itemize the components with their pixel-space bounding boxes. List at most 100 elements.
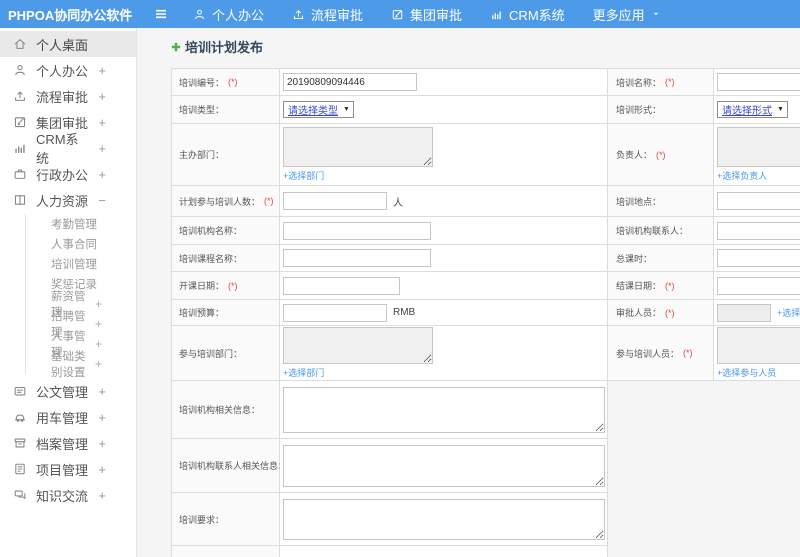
sidebar-item[interactable]: 流程审批 + <box>0 83 136 109</box>
sidebar-item[interactable]: 人力资源 − <box>0 187 136 213</box>
expand-icon[interactable]: + <box>98 384 106 399</box>
sidebar-item-label: 用车管理 <box>36 410 89 426</box>
field-label-text: 培训类型： <box>179 105 225 115</box>
select-dropdown[interactable]: 请选择类型 ▼ <box>283 101 354 118</box>
text-input[interactable] <box>283 221 431 240</box>
expand-icon[interactable]: + <box>98 410 106 425</box>
field-label: 参与培训人员： (*) <box>608 326 714 381</box>
nav-item[interactable]: CRM系统 <box>490 5 565 24</box>
textarea-field[interactable] <box>717 127 800 167</box>
sidebar-subitem[interactable]: 培训管理 <box>26 254 136 274</box>
nav-item[interactable]: 更多应用 <box>593 5 661 24</box>
field-label: 培训地点： <box>608 186 714 217</box>
field-label-text: 参与培训部门： <box>179 348 243 359</box>
textarea-field[interactable] <box>283 327 433 364</box>
field-label-text: 培训机构联系人： <box>616 226 689 236</box>
picker-link[interactable]: +选择参与人员 <box>717 366 776 379</box>
field-label: 审批人员： (*) <box>608 300 714 326</box>
field-label-text: 培训形式： <box>616 105 662 115</box>
nav-item[interactable]: 个人办公 <box>193 5 264 24</box>
form-row: 培训要求： <box>172 493 608 546</box>
training-form-right-table: 培训名称： (*) 培训形式： 请选择形式 ▼ 负责人： (*) +选择负责人 培训地点： 培训机… <box>608 68 800 381</box>
picker-link[interactable]: +选择部门 <box>283 366 324 379</box>
sidebar-item[interactable]: 行政办公 + <box>0 161 136 187</box>
sidebar-item[interactable]: 个人桌面 <box>0 31 136 57</box>
sidebar-subitem[interactable]: 人事合同 <box>26 234 136 254</box>
sidebar-subitem-label: 人事合同 <box>51 239 97 251</box>
picker-link[interactable]: +选择审批人员 <box>777 306 800 319</box>
text-input[interactable] <box>717 249 800 267</box>
text-input[interactable] <box>283 73 417 91</box>
field-label: 培训要求： <box>172 493 280 546</box>
expand-icon[interactable]: + <box>98 63 106 78</box>
sidebar-subitem[interactable]: 基础类别设置 + <box>26 351 136 379</box>
expand-icon[interactable]: + <box>98 141 106 156</box>
caret-down-icon: ▼ <box>777 106 784 113</box>
textarea-field[interactable] <box>283 498 605 540</box>
textarea-field[interactable] <box>717 327 800 364</box>
expand-icon[interactable]: + <box>98 488 106 503</box>
hamburger-icon[interactable] <box>153 6 169 22</box>
expand-icon[interactable]: − <box>98 193 106 208</box>
field-label-text: 培训编号： <box>179 77 225 88</box>
text-input[interactable] <box>717 73 800 91</box>
text-input[interactable] <box>717 192 800 210</box>
text-input[interactable] <box>283 276 400 295</box>
textarea-field[interactable] <box>283 386 605 433</box>
expand-icon[interactable]: + <box>98 167 106 182</box>
expand-icon[interactable]: + <box>98 115 106 130</box>
select-dropdown[interactable]: 请选择形式 ▼ <box>717 101 788 118</box>
field-label: 培训预算： <box>172 300 280 326</box>
required-marker: (*) <box>683 348 693 358</box>
expand-icon[interactable]: + <box>98 436 106 451</box>
textarea-field[interactable] <box>283 127 433 167</box>
sidebar-item-label: 个人桌面 <box>36 37 89 53</box>
nav-item[interactable]: 集团审批 <box>391 5 462 24</box>
sidebar-item[interactable]: CRM系统 + <box>0 132 136 166</box>
sidebar-item[interactable]: 公文管理 + <box>0 378 136 404</box>
sidebar-item[interactable]: 项目管理 + <box>0 456 136 482</box>
sidebar-item[interactable]: 个人办公 + <box>0 57 136 83</box>
sidebar-item[interactable]: 用车管理 + <box>0 404 136 430</box>
picker-link[interactable]: +选择部门 <box>283 169 324 182</box>
project-icon <box>13 462 27 476</box>
sidebar-item-label: 行政办公 <box>36 167 89 183</box>
expand-icon[interactable]: + <box>98 89 106 104</box>
form-row: 主办部门： +选择部门 <box>172 124 608 186</box>
text-input[interactable] <box>717 221 800 240</box>
text-input[interactable] <box>283 249 431 267</box>
expand-icon[interactable]: + <box>98 462 106 477</box>
sidebar-item-label: 流程审批 <box>36 89 89 105</box>
chart-icon <box>490 8 503 21</box>
nav-item[interactable]: 流程审批 <box>292 5 363 24</box>
required-marker: (*) <box>264 196 274 206</box>
text-input[interactable] <box>717 276 800 295</box>
text-input[interactable] <box>717 303 771 322</box>
form-row: 审批人员：(*) +选择审批人员 <box>608 300 800 326</box>
sidebar-subitem-label: 基础类别设置 <box>51 351 86 379</box>
expand-icon[interactable]: + <box>95 317 102 331</box>
sidebar-item-label: 项目管理 <box>36 462 89 478</box>
field-label: 培训编号： (*) <box>172 69 280 96</box>
sidebar-subitem[interactable]: 考勤管理 <box>26 214 136 234</box>
nav-item-label: 个人办公 <box>212 7 265 23</box>
training-form-left-table: 培训编号：(*)培训类型：请选择类型▼主办部门：+选择部门计划参与培训人数：(*… <box>171 68 608 557</box>
field-label-text: 总课时： <box>616 253 653 264</box>
form-row: 参与培训人员： (*) +选择参与人员 <box>608 326 800 381</box>
form-row: 结课日期： (*) <box>608 272 800 300</box>
sidebar-item[interactable]: 档案管理 + <box>0 430 136 456</box>
briefcase-icon <box>13 167 27 181</box>
expand-icon[interactable]: + <box>95 337 102 351</box>
sidebar-item[interactable]: 知识交流 + <box>0 482 136 508</box>
field-label-text: 培训名称： <box>616 77 662 88</box>
text-input[interactable] <box>283 303 387 322</box>
nav-item-label: 流程审批 <box>311 7 364 23</box>
topbar: PHPOA协同办公软件 个人办公 流程审批 集团审批 CRM系统 更多应用 <box>0 0 800 28</box>
textarea-field[interactable] <box>283 444 605 487</box>
expand-icon[interactable]: + <box>95 297 102 311</box>
page-title-bar: 培训计划发布 <box>170 37 263 56</box>
picker-link[interactable]: +选择负责人 <box>717 169 767 182</box>
field-label-text: 开课日期： <box>179 281 225 291</box>
text-input[interactable] <box>283 192 387 210</box>
expand-icon[interactable]: + <box>95 357 102 371</box>
